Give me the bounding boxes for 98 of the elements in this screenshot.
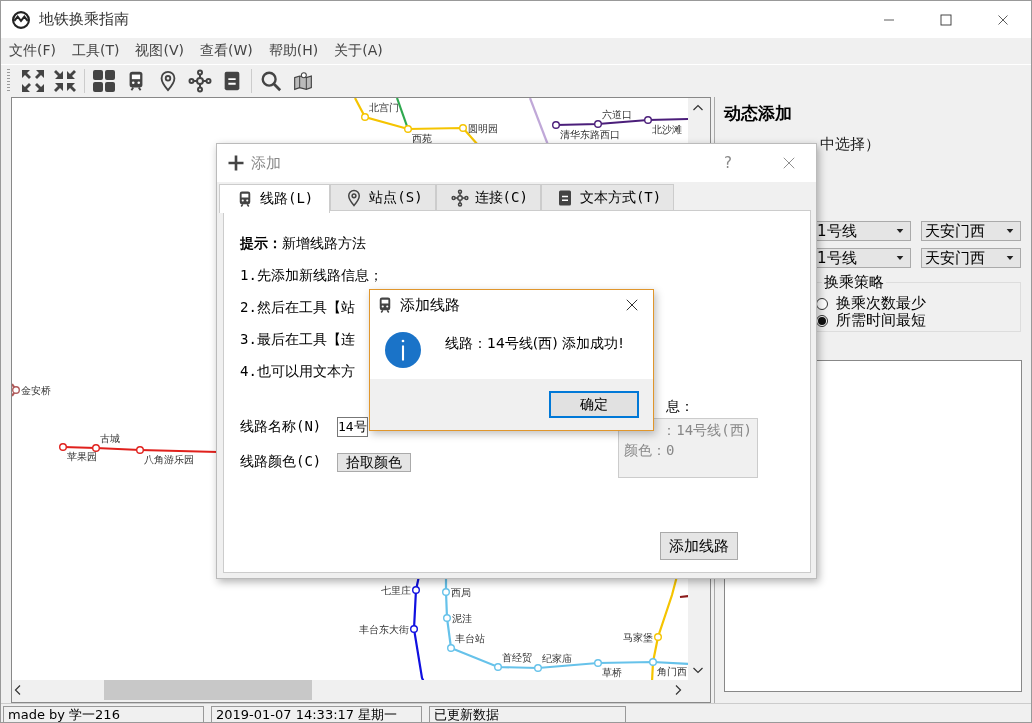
caret-icon xyxy=(1006,227,1014,235)
station-label: 清华东路西口 xyxy=(560,129,620,140)
close-icon xyxy=(625,298,639,312)
station-label: 六道口 xyxy=(602,109,632,120)
caret-icon xyxy=(896,227,904,235)
hint-text: 4.也可以用文本方 xyxy=(240,363,355,381)
station-dropdown[interactable]: 天安门西 xyxy=(921,248,1021,268)
close-icon xyxy=(996,13,1009,26)
station-marker[interactable] xyxy=(494,663,502,671)
station-label: 草桥 xyxy=(602,667,622,678)
station-label: 北宫门 xyxy=(369,102,399,113)
menu-item[interactable]: 关于(A) xyxy=(334,42,383,60)
tab[interactable]: 文本方式(T) xyxy=(540,184,675,210)
field-label: 线路颜色(C) xyxy=(240,453,323,471)
station-label: 纪家庙 xyxy=(542,653,572,664)
expand-arrows-icon xyxy=(21,69,45,93)
station-marker[interactable] xyxy=(410,625,418,633)
collapse-arrows-icon xyxy=(53,69,77,93)
hint-text: 2.然后在工具【站 xyxy=(240,299,355,317)
station-label: 北沙滩 xyxy=(652,124,682,135)
hint-text: 提示：新增线路方法 xyxy=(240,235,366,253)
info-label: 息： xyxy=(666,398,694,416)
expand-button[interactable] xyxy=(20,68,46,94)
group-title: 换乘策略 xyxy=(822,273,886,292)
hint-text: 3.最后在工具【连 xyxy=(240,331,355,349)
menu-item[interactable]: 查看(W) xyxy=(200,42,253,60)
search-icon xyxy=(260,70,282,92)
pick-color-button[interactable]: 拾取颜色 xyxy=(337,452,411,472)
line-name-input[interactable]: 14号 xyxy=(337,417,368,437)
tab[interactable]: 站点(S) xyxy=(330,184,436,210)
grid-view-button[interactable] xyxy=(91,68,117,94)
station-marker[interactable] xyxy=(644,116,652,124)
menu-item[interactable]: 文件(F) xyxy=(9,42,56,60)
menu-item[interactable]: 帮助(H) xyxy=(268,42,319,60)
station-label: 古城 xyxy=(100,433,120,444)
station-marker[interactable] xyxy=(12,386,20,394)
station-marker[interactable] xyxy=(92,444,100,452)
menu-item[interactable]: 工具(T) xyxy=(72,42,120,60)
field-label: 线路名称(N) xyxy=(240,418,323,436)
station-marker[interactable] xyxy=(594,659,602,667)
panel-heading: 动态添加 xyxy=(724,102,793,125)
station-marker[interactable] xyxy=(447,644,455,652)
station-label: 角门西 xyxy=(657,666,687,677)
station-marker[interactable] xyxy=(442,588,450,596)
station-marker[interactable] xyxy=(443,614,451,622)
message-title: 添加线路 xyxy=(400,295,460,315)
station-marker[interactable] xyxy=(534,664,542,672)
station-marker[interactable] xyxy=(552,121,560,129)
connection-tool-button[interactable] xyxy=(187,68,213,94)
station-label: 西局 xyxy=(451,587,471,598)
network-nodes-icon xyxy=(450,188,469,207)
station-label: 八角游乐园 xyxy=(144,454,194,465)
caret-icon xyxy=(1006,254,1014,262)
message-text: 线路：14号线(西) 添加成功! xyxy=(445,334,624,353)
dialog-close-button[interactable] xyxy=(782,156,796,170)
station-marker[interactable] xyxy=(412,586,420,594)
station-label: 金安桥 xyxy=(21,385,51,396)
add-line-button[interactable]: 添加线路 xyxy=(660,532,738,560)
help-button[interactable]: ? xyxy=(724,154,732,172)
station-label: 七里庄 xyxy=(381,585,411,596)
station-label: 西苑 xyxy=(412,133,432,144)
station-label: 泥洼 xyxy=(452,613,472,624)
scrollbar-thumb[interactable] xyxy=(104,680,312,700)
tab[interactable]: 连接(C) xyxy=(435,184,541,210)
status-text: 已更新数据 xyxy=(429,705,626,722)
station-label: 苹果园 xyxy=(67,451,97,462)
station-marker[interactable] xyxy=(594,120,602,128)
status-text: made by 学一216 xyxy=(3,705,204,722)
station-marker[interactable] xyxy=(136,446,144,454)
station-label: 圆明园 xyxy=(468,123,498,134)
panel-hint: 中选择） xyxy=(820,135,881,154)
menu-item[interactable]: 视图(V) xyxy=(135,42,184,60)
folded-map-icon xyxy=(293,71,313,91)
collapse-button[interactable] xyxy=(52,68,78,94)
station-label: 首经贸 xyxy=(502,652,532,663)
window-title: 地铁换乘指南 xyxy=(39,10,129,29)
station-marker[interactable] xyxy=(59,443,67,451)
caret-icon xyxy=(896,254,904,262)
info-icon xyxy=(385,331,421,368)
info-text: ：14号线(西) xyxy=(662,422,752,440)
station-dropdown[interactable]: 天安门西 xyxy=(921,221,1021,241)
station-label: 马家堡 xyxy=(623,632,653,643)
maximize-icon xyxy=(939,13,952,26)
station-marker[interactable] xyxy=(649,658,657,666)
station-label: 丰台东大街 xyxy=(359,624,409,635)
info-text: 颜色：0 xyxy=(624,442,675,460)
close-icon xyxy=(782,156,796,170)
plus-icon xyxy=(227,154,245,172)
message-close-button[interactable] xyxy=(625,298,639,312)
dialog-title: 添加 xyxy=(251,153,281,173)
tab[interactable]: 线路(L) xyxy=(219,184,331,213)
status-text: 2019-01-07 14:33:17 星期一 xyxy=(211,705,422,722)
app-logo-icon xyxy=(11,9,31,30)
ok-button[interactable]: 确定 xyxy=(549,391,639,418)
grid-icon xyxy=(92,69,116,93)
hint-text: 1.先添加新线路信息； xyxy=(240,267,383,285)
station-label: 丰台站 xyxy=(455,633,485,644)
network-nodes-icon xyxy=(188,69,212,93)
